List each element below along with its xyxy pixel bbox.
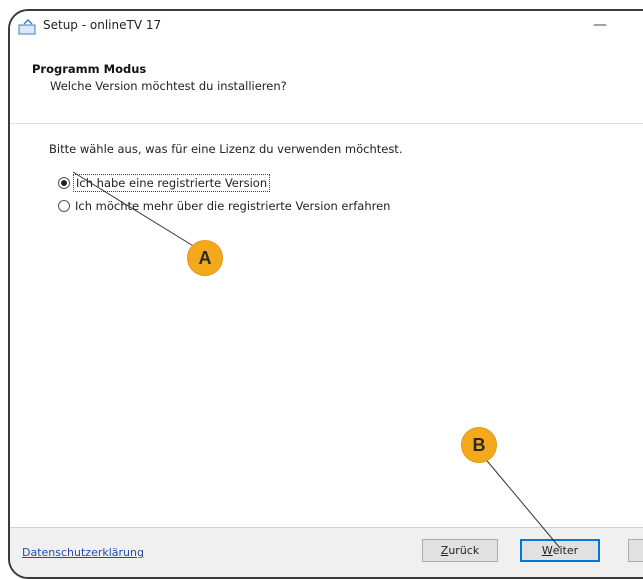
- callout-lines: [72, 171, 561, 549]
- callout-a-line: [72, 171, 196, 248]
- callout-b-line: [477, 449, 561, 549]
- callout-b-badge: B: [461, 427, 497, 463]
- callout-a-badge: A: [187, 240, 223, 276]
